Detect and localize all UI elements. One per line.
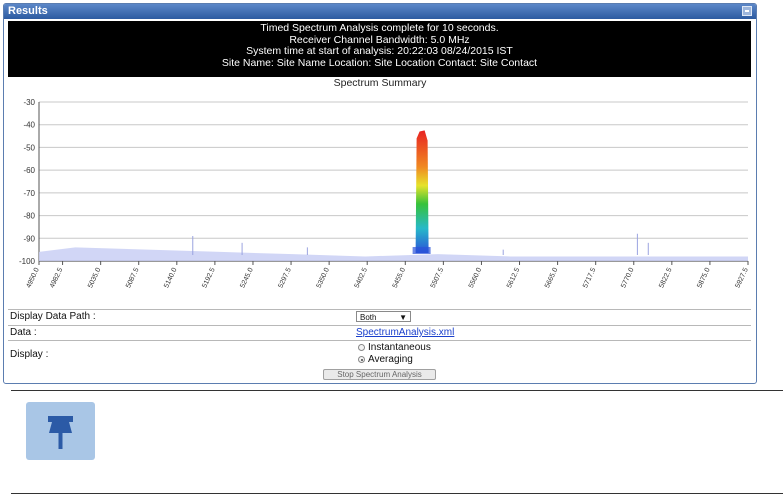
- x-tick-label: 5035.0: [87, 267, 102, 289]
- note-bottom-divider: [11, 493, 783, 494]
- note-top-divider: [11, 390, 783, 391]
- results-panel: Results Timed Spectrum Analysis complete…: [3, 3, 757, 384]
- controls-table: Display Data Path : Both ▼ Data : Spectr…: [8, 309, 751, 368]
- signal-peak: [415, 130, 429, 253]
- display-label: Display :: [10, 349, 49, 360]
- y-tick-label: -100: [19, 257, 36, 266]
- data-label: Data :: [10, 327, 37, 338]
- x-tick-label: 5087.5: [125, 267, 140, 289]
- x-tick-label: 5455.0: [392, 267, 407, 289]
- radio-averaging[interactable]: Averaging: [358, 354, 413, 365]
- x-tick-label: 5717.5: [582, 267, 597, 289]
- row-display-data-path: Display Data Path : Both ▼: [8, 309, 751, 325]
- analysis-info-banner: Timed Spectrum Analysis complete for 10 …: [8, 21, 751, 77]
- info-line-duration: Timed Spectrum Analysis complete for 10 …: [260, 22, 499, 34]
- radio-unchecked-icon: [358, 344, 365, 351]
- x-tick-label: 5402.5: [354, 267, 369, 289]
- x-tick-label: 5297.5: [277, 267, 292, 289]
- spectrum-chart: -30 -40 -50 -60 -70 -80 -90 -1004950.0 4982.5 503…: [19, 98, 750, 289]
- x-tick-label: 4982.5: [49, 267, 64, 289]
- info-line-site: Site Name: Site Name Location: Site Loca…: [221, 56, 538, 69]
- panel-titlebar: Results: [4, 4, 756, 19]
- chart-title: Spectrum Summary: [333, 77, 427, 89]
- x-tick-label: 5612.5: [506, 267, 521, 289]
- radio-averaging-label: Averaging: [368, 354, 413, 365]
- x-tick-label: 5507.5: [430, 267, 445, 289]
- radio-checked-icon: [358, 356, 365, 363]
- x-tick-label: 5927.5: [734, 267, 749, 289]
- y-tick-label: -60: [23, 166, 35, 175]
- y-tick-label: -40: [23, 121, 35, 130]
- y-tick-label: -80: [23, 212, 35, 221]
- x-tick-label: 4950.0: [25, 267, 40, 289]
- pushpin-icon: [48, 416, 73, 449]
- x-tick-label: 5140.0: [163, 267, 178, 289]
- x-tick-label: 5245.0: [239, 267, 254, 289]
- x-tick-label: 5560.0: [468, 267, 483, 289]
- x-tick-label: 5875.0: [696, 267, 711, 289]
- x-tick-label: 5665.0: [544, 267, 559, 289]
- y-tick-label: -70: [23, 189, 35, 198]
- collapse-icon[interactable]: [742, 6, 752, 16]
- noise-floor-area: [39, 247, 748, 261]
- data-path-value: Both: [360, 313, 377, 322]
- row-display: Display : Instantaneous Averaging: [8, 340, 751, 368]
- stop-spectrum-analysis-button[interactable]: Stop Spectrum Analysis: [323, 369, 436, 380]
- panel-title: Results: [8, 5, 48, 17]
- y-tick-label: -50: [23, 143, 35, 152]
- x-tick-label: 5822.5: [658, 267, 673, 289]
- radio-instantaneous[interactable]: Instantaneous: [358, 342, 431, 353]
- x-tick-label: 5192.5: [201, 267, 216, 289]
- signal-peak-base: [412, 247, 431, 254]
- y-tick-label: -90: [23, 234, 35, 243]
- y-tick-label: -30: [23, 98, 35, 107]
- display-data-path-label: Display Data Path :: [10, 311, 96, 322]
- x-tick-label: 5770.0: [620, 267, 635, 289]
- x-tick-label: 5350.0: [316, 267, 331, 289]
- dropdown-arrow-icon: ▼: [399, 313, 407, 322]
- radio-instantaneous-label: Instantaneous: [368, 342, 431, 353]
- row-data: Data : SpectrumAnalysis.xml: [8, 325, 751, 340]
- spectrum-xml-link[interactable]: SpectrumAnalysis.xml: [356, 327, 454, 338]
- data-path-select[interactable]: Both ▼: [356, 311, 411, 322]
- info-line-system-time: System time at start of analysis: 20:22:…: [246, 45, 513, 57]
- note-icon-box: [26, 402, 95, 460]
